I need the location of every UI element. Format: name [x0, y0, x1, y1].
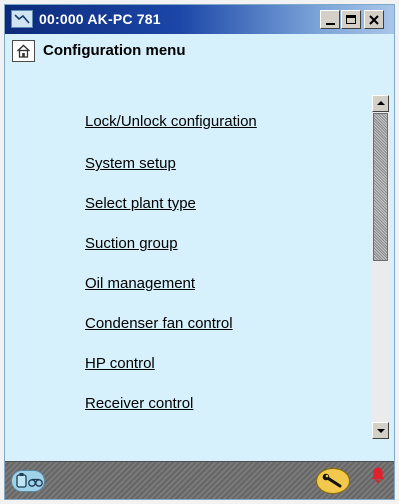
menu-item-oil-management[interactable]: Oil management: [85, 275, 195, 292]
menu-item-system-setup[interactable]: System setup: [85, 155, 176, 172]
alarm-bell-icon[interactable]: [370, 466, 386, 484]
home-button[interactable]: [12, 40, 35, 62]
menu-item-lock-unlock-configuration[interactable]: Lock/Unlock configuration: [85, 113, 257, 130]
vertical-scrollbar[interactable]: [372, 95, 389, 439]
scroll-up-button[interactable]: [372, 95, 389, 112]
configuration-menu-list: Lock/Unlock configuration System setup S…: [5, 75, 367, 435]
app-window: 00:000 AK-PC 781 Configuration menu Lock…: [4, 4, 395, 500]
arrow-up-icon: [377, 101, 385, 105]
close-icon: [369, 14, 379, 25]
service-button[interactable]: [316, 468, 350, 494]
wrench-icon: [322, 473, 342, 488]
arrow-down-icon: [377, 429, 385, 433]
page-header: Configuration menu: [5, 34, 394, 68]
window-title: 00:000 AK-PC 781: [39, 11, 161, 27]
settings-app-icon[interactable]: [11, 10, 33, 28]
wave-line-icon: [14, 14, 30, 24]
home-icon: [17, 44, 30, 58]
page-title: Configuration menu: [43, 42, 186, 59]
title-bar[interactable]: 00:000 AK-PC 781: [5, 5, 394, 34]
scrollbar-thumb[interactable]: [373, 113, 388, 261]
menu-item-receiver-control[interactable]: Receiver control: [85, 395, 193, 412]
close-button[interactable]: [364, 10, 384, 29]
maximize-button[interactable]: [341, 10, 361, 29]
controller-binoculars-icon: [16, 473, 43, 488]
controller-button[interactable]: [11, 470, 45, 492]
scroll-down-button[interactable]: [372, 422, 389, 439]
status-bar: [5, 461, 394, 499]
menu-item-condenser-fan-control[interactable]: Condenser fan control: [85, 315, 233, 332]
menu-item-select-plant-type[interactable]: Select plant type: [85, 195, 196, 212]
maximize-icon: [346, 15, 356, 24]
minimize-icon: [325, 22, 335, 25]
menu-item-suction-group[interactable]: Suction group: [85, 235, 178, 252]
menu-item-hp-control[interactable]: HP control: [85, 355, 155, 372]
minimize-button[interactable]: [320, 10, 340, 29]
